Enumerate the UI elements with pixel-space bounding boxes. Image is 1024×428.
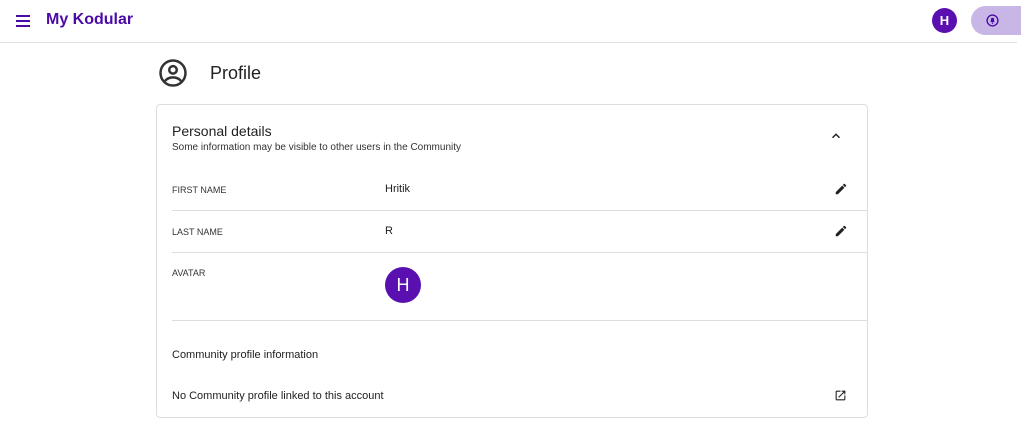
avatar: H xyxy=(385,267,421,303)
brand-title[interactable]: My Kodular xyxy=(46,11,133,29)
community-status: No Community profile linked to this acco… xyxy=(172,390,384,402)
first-name-row[interactable]: FIRST NAME Hritik xyxy=(172,169,868,211)
user-avatar-button[interactable]: H xyxy=(932,8,957,33)
avatar-label: AVATAR xyxy=(172,268,206,278)
chevron-up-icon[interactable] xyxy=(829,129,843,143)
edit-pencil-icon[interactable] xyxy=(834,224,848,238)
account-circle-icon xyxy=(159,59,187,87)
last-name-label: LAST NAME xyxy=(172,227,223,237)
page-header: Profile xyxy=(158,58,261,88)
section-subtitle: Some information may be visible to other… xyxy=(172,142,462,153)
last-name-value: R xyxy=(385,225,393,237)
page-title: Profile xyxy=(210,62,262,83)
hamburger-menu-icon[interactable] xyxy=(16,15,30,27)
last-name-row[interactable]: LAST NAME R xyxy=(172,211,868,253)
section-title: Personal details xyxy=(172,123,272,139)
bell-icon xyxy=(986,14,999,27)
notifications-button[interactable] xyxy=(971,6,1021,35)
open-in-new-icon[interactable] xyxy=(834,389,847,402)
first-name-value: Hritik xyxy=(385,183,411,195)
edit-pencil-icon[interactable] xyxy=(834,182,848,196)
personal-details-card: Personal details Some information may be… xyxy=(156,104,868,418)
avatar-row: AVATAR H xyxy=(172,253,868,321)
top-app-bar: My Kodular H xyxy=(0,0,1021,43)
first-name-label: FIRST NAME xyxy=(172,185,227,195)
community-section-title: Community profile information xyxy=(172,349,319,361)
